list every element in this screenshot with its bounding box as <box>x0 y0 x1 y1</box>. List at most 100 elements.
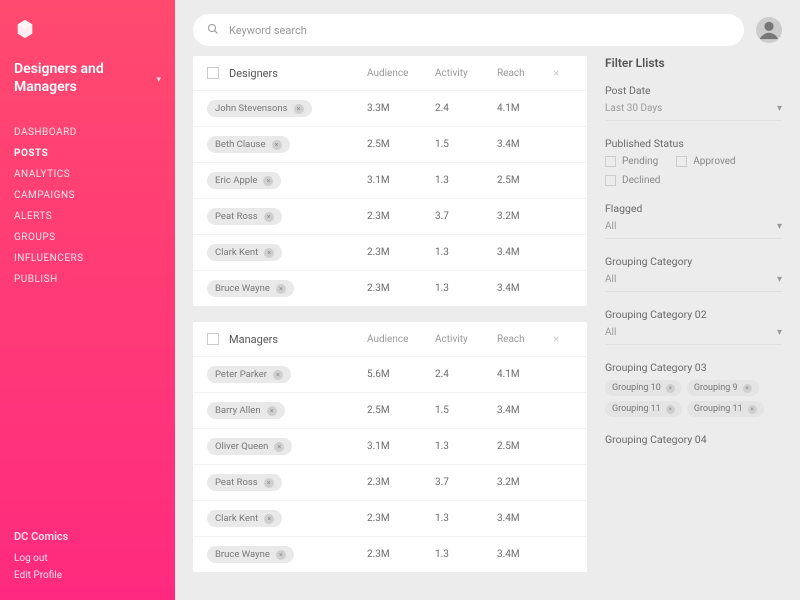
remove-icon[interactable]: × <box>743 384 752 393</box>
activity-cell: 2.4 <box>435 369 497 380</box>
reach-cell: 3.4M <box>497 405 553 416</box>
filter-chip[interactable]: Grouping 11× <box>605 401 682 417</box>
logout-link[interactable]: Log out <box>14 550 68 567</box>
remove-icon[interactable]: × <box>264 212 274 222</box>
person-pill[interactable]: Clark Kent× <box>207 510 282 527</box>
checkbox-approved[interactable]: Approved <box>676 156 735 167</box>
published-status-label: Published Status <box>605 137 782 150</box>
close-icon[interactable]: × <box>553 66 573 80</box>
table-row[interactable]: Peter Parker×5.6M2.44.1M <box>193 356 587 392</box>
reach-cell: 4.1M <box>497 369 553 380</box>
audience-cell: 2.3M <box>367 211 435 222</box>
table-row[interactable]: Beth Clause×2.5M1.53.4M <box>193 126 587 162</box>
person-pill[interactable]: Peter Parker× <box>207 366 291 383</box>
flagged-select[interactable]: All ▾ <box>605 221 782 239</box>
table-row[interactable]: Peat Ross×2.3M3.73.2M <box>193 198 587 234</box>
table-row[interactable]: John Stevensons×3.3M2.44.1M <box>193 90 587 126</box>
table-title: Designers <box>229 67 278 80</box>
table-title: Managers <box>229 333 278 346</box>
reach-cell: 3.2M <box>497 211 553 222</box>
remove-icon[interactable]: × <box>264 478 274 488</box>
nav-item-publish[interactable]: PUBLISH <box>14 269 161 290</box>
gc1-select[interactable]: All ▾ <box>605 274 782 292</box>
person-pill[interactable]: Peat Ross× <box>207 208 282 225</box>
audience-cell: 2.3M <box>367 513 435 524</box>
gc2-select[interactable]: All ▾ <box>605 327 782 345</box>
person-pill[interactable]: Oliver Queen× <box>207 438 292 455</box>
col-header: Audience <box>367 334 435 345</box>
remove-icon[interactable]: × <box>666 384 675 393</box>
tables-column: DesignersAudienceActivityReach×John Stev… <box>193 56 587 572</box>
filter-chip[interactable]: Grouping 10× <box>605 380 682 396</box>
post-date-select[interactable]: Last 30 Days ▾ <box>605 103 782 121</box>
table-row[interactable]: Clark Kent×2.3M1.33.4M <box>193 234 587 270</box>
nav-item-alerts[interactable]: ALERTS <box>14 206 161 227</box>
nav-item-dashboard[interactable]: DASHBOARD <box>14 122 161 143</box>
person-pill[interactable]: John Stevensons× <box>207 100 312 117</box>
remove-icon[interactable]: × <box>263 176 273 186</box>
table-row[interactable]: Bruce Wayne×2.3M1.33.4M <box>193 536 587 572</box>
person-pill[interactable]: Clark Kent× <box>207 244 282 261</box>
checkbox-pending[interactable]: Pending <box>605 156 658 167</box>
activity-cell: 2.4 <box>435 103 497 114</box>
person-pill[interactable]: Bruce Wayne× <box>207 546 294 563</box>
search-placeholder: Keyword search <box>229 24 307 37</box>
table-row[interactable]: Eric Apple×3.1M1.32.5M <box>193 162 587 198</box>
table-row[interactable]: Clark Kent×2.3M1.33.4M <box>193 500 587 536</box>
remove-icon[interactable]: × <box>274 442 284 452</box>
activity-cell: 1.3 <box>435 175 497 186</box>
nav-item-analytics[interactable]: ANALYTICS <box>14 164 161 185</box>
workspace-title: Designers and Managers <box>14 60 156 96</box>
remove-icon[interactable]: × <box>294 104 304 114</box>
person-pill[interactable]: Bruce Wayne× <box>207 280 294 297</box>
activity-cell: 1.3 <box>435 513 497 524</box>
close-icon[interactable]: × <box>553 332 573 346</box>
reach-cell: 3.4M <box>497 549 553 560</box>
sidebar-nav: DASHBOARDPOSTSANALYTICSCAMPAIGNSALERTSGR… <box>14 122 161 290</box>
checkbox-declined[interactable]: Declined <box>605 175 660 186</box>
remove-icon[interactable]: × <box>264 248 274 258</box>
search-input[interactable]: Keyword search <box>193 14 744 46</box>
col-header: Reach <box>497 68 553 79</box>
caret-down-icon: ▾ <box>777 274 782 285</box>
audience-cell: 2.3M <box>367 549 435 560</box>
table-managers: ManagersAudienceActivityReach×Peter Park… <box>193 322 587 572</box>
topbar: Keyword search <box>175 0 800 56</box>
filter-chip[interactable]: Grouping 9× <box>687 380 759 396</box>
person-pill[interactable]: Barry Allen× <box>207 402 285 419</box>
filter-chip[interactable]: Grouping 11× <box>687 401 764 417</box>
nav-item-influencers[interactable]: INFLUENCERS <box>14 248 161 269</box>
remove-icon[interactable]: × <box>264 514 274 524</box>
reach-cell: 2.5M <box>497 441 553 452</box>
remove-icon[interactable]: × <box>748 405 757 414</box>
table-row[interactable]: Barry Allen×2.5M1.53.4M <box>193 392 587 428</box>
person-pill[interactable]: Peat Ross× <box>207 474 282 491</box>
gc3-label: Grouping Category 03 <box>605 361 782 374</box>
activity-cell: 1.5 <box>435 139 497 150</box>
person-pill[interactable]: Eric Apple× <box>207 172 281 189</box>
chevron-down-icon[interactable]: ▾ <box>156 75 161 85</box>
edit-profile-link[interactable]: Edit Profile <box>14 567 68 584</box>
gc1-label: Grouping Category <box>605 255 782 268</box>
col-header: Audience <box>367 68 435 79</box>
filters-title: Filter Llists <box>605 56 782 70</box>
remove-icon[interactable]: × <box>276 550 286 560</box>
nav-item-groups[interactable]: GROUPS <box>14 227 161 248</box>
table-row[interactable]: Oliver Queen×3.1M1.32.5M <box>193 428 587 464</box>
remove-icon[interactable]: × <box>267 406 277 416</box>
remove-icon[interactable]: × <box>273 370 283 380</box>
avatar[interactable] <box>756 17 782 43</box>
audience-cell: 2.5M <box>367 139 435 150</box>
table-row[interactable]: Peat Ross×2.3M3.73.2M <box>193 464 587 500</box>
remove-icon[interactable]: × <box>272 140 282 150</box>
nav-item-campaigns[interactable]: CAMPAIGNS <box>14 185 161 206</box>
table-row[interactable]: Bruce Wayne×2.3M1.33.4M <box>193 270 587 306</box>
nav-item-posts[interactable]: POSTS <box>14 143 161 164</box>
search-icon <box>207 23 219 38</box>
remove-icon[interactable]: × <box>666 405 675 414</box>
select-all-checkbox[interactable] <box>207 333 219 345</box>
person-pill[interactable]: Beth Clause× <box>207 136 290 153</box>
remove-icon[interactable]: × <box>276 284 286 294</box>
audience-cell: 3.3M <box>367 103 435 114</box>
select-all-checkbox[interactable] <box>207 67 219 79</box>
